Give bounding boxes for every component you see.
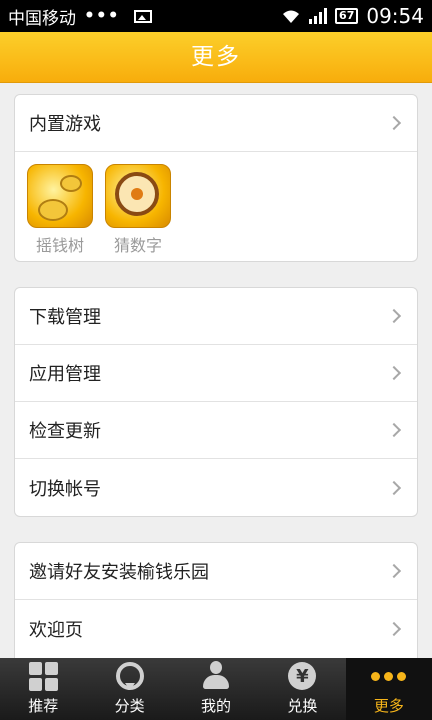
person-icon xyxy=(202,659,230,693)
row-label: 检查更新 xyxy=(29,421,101,442)
carrier-name: 中国移动 xyxy=(8,8,76,29)
builtin-games-row[interactable]: 内置游戏 xyxy=(15,95,417,152)
chevron-right-icon xyxy=(386,422,402,438)
row-label: 邀请好友安装榆钱乐园 xyxy=(29,562,209,583)
row-label: 欢迎页 xyxy=(29,619,83,641)
game-money-tree[interactable]: 摇钱树 xyxy=(27,164,93,261)
game-name: 摇钱树 xyxy=(35,236,84,255)
check-update-row[interactable]: 检查更新 xyxy=(15,402,417,459)
games-list: 摇钱树 猜数字 xyxy=(15,152,417,261)
switch-account-row[interactable]: 切换帐号 xyxy=(15,459,417,516)
row-label: 切换帐号 xyxy=(29,478,101,500)
battery-level: 67 xyxy=(335,8,359,24)
money-tree-icon xyxy=(27,164,93,228)
image-notification-icon xyxy=(133,9,152,23)
game-name: 猜数字 xyxy=(113,236,162,255)
nav-label: 我的 xyxy=(201,697,232,715)
location-pin-icon xyxy=(115,659,144,693)
nav-label: 更多 xyxy=(373,697,404,715)
welcome-page-row[interactable]: 欢迎页 xyxy=(15,600,417,657)
row-label: 下载管理 xyxy=(29,307,101,328)
chevron-right-icon xyxy=(386,365,402,381)
chevron-right-icon xyxy=(386,115,402,131)
nav-more[interactable]: 更多 xyxy=(345,658,432,720)
notification-dots: ••• xyxy=(84,6,120,26)
more-dots-icon xyxy=(371,659,407,693)
game-guess-number[interactable]: 猜数字 xyxy=(105,164,171,261)
invite-friends-row[interactable]: 邀请好友安装榆钱乐园 xyxy=(15,543,417,600)
games-card: 内置游戏 摇钱树 猜数字 xyxy=(14,94,418,262)
page-title: 更多 xyxy=(0,32,432,83)
chevron-right-icon xyxy=(386,308,402,324)
row-label: 应用管理 xyxy=(29,364,101,385)
guess-number-icon xyxy=(105,164,171,228)
nav-label: 分类 xyxy=(114,697,145,715)
clock: 09:54 xyxy=(366,4,424,28)
bottom-nav: 推荐 分类 我的 ¥ 兑换 更多 xyxy=(0,658,432,720)
nav-label: 兑换 xyxy=(287,697,318,715)
nav-exchange[interactable]: ¥ 兑换 xyxy=(259,658,345,720)
chevron-right-icon xyxy=(386,480,402,495)
other-card: 邀请好友安装榆钱乐园 欢迎页 xyxy=(14,542,418,672)
download-manager-row[interactable]: 下载管理 xyxy=(15,288,417,345)
wifi-icon xyxy=(283,10,300,23)
nav-category[interactable]: 分类 xyxy=(86,658,172,720)
status-bar: 中国移动 ••• 67 09:54 xyxy=(0,0,432,32)
app-manager-row[interactable]: 应用管理 xyxy=(15,345,417,402)
nav-label: 推荐 xyxy=(28,697,59,715)
chevron-right-icon xyxy=(386,563,402,579)
signal-icon xyxy=(309,8,328,24)
chevron-right-icon xyxy=(386,621,402,636)
nav-recommend[interactable]: 推荐 xyxy=(0,658,86,720)
yen-icon: ¥ xyxy=(288,659,317,693)
manage-card: 下载管理 应用管理 检查更新 切换帐号 xyxy=(14,287,418,517)
nav-mine[interactable]: 我的 xyxy=(173,658,259,720)
builtin-games-label: 内置游戏 xyxy=(29,114,101,135)
grid-icon xyxy=(28,659,58,693)
